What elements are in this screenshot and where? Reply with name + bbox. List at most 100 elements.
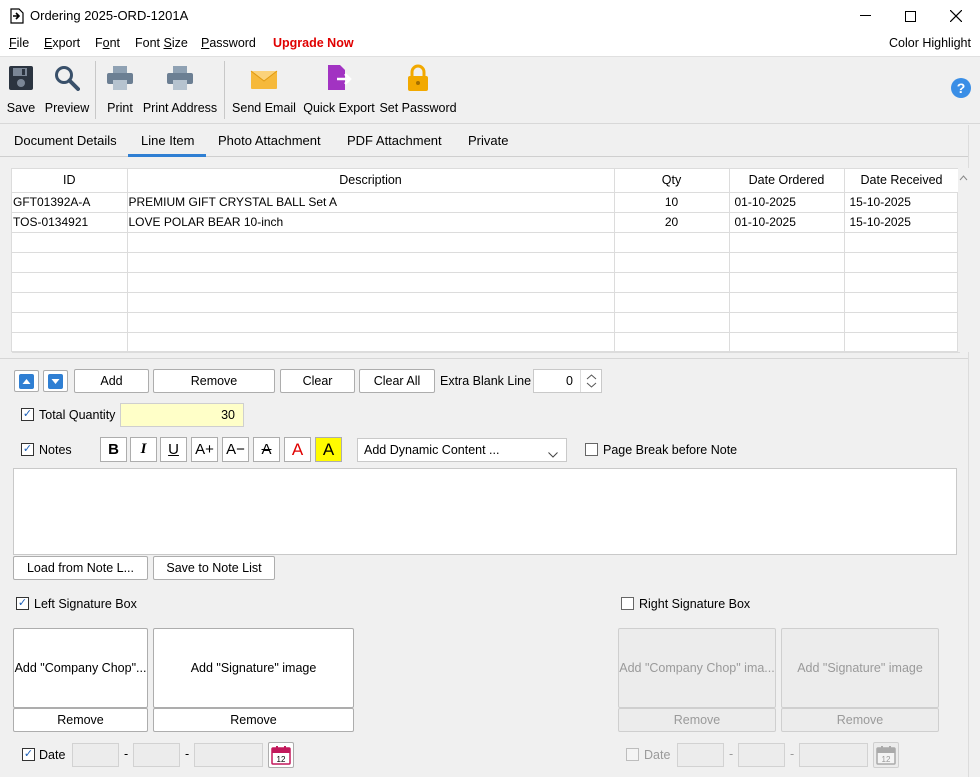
column-header-date-ordered[interactable]: Date Ordered	[729, 169, 845, 193]
menu-font-size[interactable]: Font Size	[135, 36, 188, 50]
cell-qty[interactable]: 10	[614, 192, 730, 213]
tab-bar: Document Details Line Item Photo Attachm…	[0, 125, 980, 157]
left-add-company-chop-button[interactable]: Add "Company Chop"...	[13, 628, 148, 708]
left-date-month-field[interactable]	[133, 743, 180, 767]
tab-line-item[interactable]: Line Item	[141, 133, 194, 148]
right-add-company-chop-button[interactable]: Add "Company Chop" ima...	[618, 628, 776, 708]
underline-button[interactable]: U	[160, 437, 187, 462]
empty-row[interactable]	[12, 272, 960, 293]
right-date-day-field[interactable]	[677, 743, 724, 767]
empty-row[interactable]	[12, 292, 960, 313]
table-row[interactable]: GFT01392A-A PREMIUM GIFT CRYSTAL BALL Se…	[12, 192, 960, 213]
add-line-button[interactable]: Add	[74, 369, 149, 393]
empty-row[interactable]	[12, 232, 960, 253]
page-scrollbar[interactable]	[968, 125, 980, 777]
stepper-arrows[interactable]	[580, 370, 601, 392]
cell-date-ordered[interactable]: 01-10-2025	[729, 212, 845, 233]
menu-font[interactable]: Font	[95, 36, 120, 50]
help-icon[interactable]: ?	[950, 77, 972, 102]
right-date-checkbox[interactable]	[626, 748, 639, 761]
column-header-date-received[interactable]: Date Received	[844, 169, 960, 193]
tab-photo-attachment[interactable]: Photo Attachment	[218, 133, 321, 148]
left-remove-chop-button[interactable]: Remove	[13, 708, 148, 732]
save-button[interactable]: Save	[4, 57, 38, 123]
move-down-button[interactable]	[43, 370, 68, 392]
right-date-month-field[interactable]	[738, 743, 785, 767]
cell-date-received[interactable]: 15-10-2025	[844, 192, 960, 213]
print-address-button[interactable]: Print Address	[142, 57, 218, 123]
save-to-note-list-button[interactable]: Save to Note List	[153, 556, 275, 580]
tab-document-details[interactable]: Document Details	[14, 133, 117, 148]
italic-icon: I	[140, 441, 147, 457]
move-up-button[interactable]	[14, 370, 39, 392]
maximize-button[interactable]	[887, 0, 933, 32]
page-break-checkbox[interactable]	[585, 443, 598, 456]
cell-qty[interactable]: 20	[614, 212, 730, 233]
clear-button[interactable]: Clear	[280, 369, 355, 393]
total-quantity-checkbox[interactable]: ✓	[21, 408, 34, 421]
right-remove-chop-button[interactable]: Remove	[618, 708, 776, 732]
load-from-note-list-button[interactable]: Load from Note L...	[13, 556, 148, 580]
left-add-signature-button[interactable]: Add "Signature" image	[153, 628, 354, 708]
menu-password[interactable]: Password	[201, 36, 256, 50]
close-button[interactable]	[933, 0, 979, 32]
set-password-label: Set Password	[379, 101, 457, 115]
preview-label: Preview	[44, 101, 90, 115]
cell-date-received[interactable]: 15-10-2025	[844, 212, 960, 233]
table-row[interactable]: TOS-0134921 LOVE POLAR BEAR 10-inch 20 0…	[12, 212, 960, 233]
print-button[interactable]: Print	[102, 57, 138, 123]
left-date-picker-button[interactable]: 12	[268, 742, 294, 768]
cell-id[interactable]: TOS-0134921	[12, 212, 128, 233]
italic-button[interactable]: I	[130, 437, 157, 462]
save-label: Save	[6, 101, 36, 115]
highlight-color-button[interactable]: A	[315, 437, 342, 462]
bold-button[interactable]: B	[100, 437, 127, 462]
date-separator: -	[790, 747, 795, 761]
remove-line-button[interactable]: Remove	[153, 369, 275, 393]
left-remove-signature-button[interactable]: Remove	[153, 708, 354, 732]
empty-row[interactable]	[12, 252, 960, 273]
cell-description[interactable]: PREMIUM GIFT CRYSTAL BALL Set A	[127, 192, 615, 213]
notes-textarea[interactable]	[13, 468, 957, 555]
set-password-button[interactable]: Set Password	[378, 57, 458, 123]
menu-export[interactable]: Export	[44, 36, 80, 50]
increase-font-button[interactable]: A+	[191, 437, 218, 462]
empty-row[interactable]	[12, 312, 960, 333]
minimize-button[interactable]	[842, 0, 888, 32]
left-date-day-field[interactable]	[72, 743, 119, 767]
clear-all-button[interactable]: Clear All	[359, 369, 435, 393]
menu-color-highlight[interactable]: Color Highlight	[889, 36, 971, 50]
dynamic-content-dropdown[interactable]: Add Dynamic Content ...	[357, 438, 567, 462]
cell-description[interactable]: LOVE POLAR BEAR 10-inch	[127, 212, 615, 233]
right-date-year-field[interactable]	[799, 743, 868, 767]
menu-file[interactable]: File	[9, 36, 29, 50]
left-signature-checkbox[interactable]: ✓	[16, 597, 29, 610]
right-add-signature-button[interactable]: Add "Signature" image	[781, 628, 939, 708]
left-date-checkbox[interactable]: ✓	[22, 748, 35, 761]
print-address-label: Print Address	[142, 101, 218, 115]
column-header-description[interactable]: Description	[127, 169, 615, 193]
cell-date-ordered[interactable]: 01-10-2025	[729, 192, 845, 213]
tab-pdf-attachment[interactable]: PDF Attachment	[347, 133, 442, 148]
left-date-year-field[interactable]	[194, 743, 263, 767]
tab-private[interactable]: Private	[468, 133, 508, 148]
column-header-id[interactable]: ID	[12, 169, 128, 193]
right-remove-signature-button[interactable]: Remove	[781, 708, 939, 732]
right-signature-checkbox[interactable]	[621, 597, 634, 610]
strikethrough-button[interactable]: A	[253, 437, 280, 462]
quick-export-button[interactable]: Quick Export	[303, 57, 375, 123]
font-color-button[interactable]: A	[284, 437, 311, 462]
notes-checkbox[interactable]: ✓	[21, 443, 34, 456]
menu-upgrade-now[interactable]: Upgrade Now	[273, 36, 354, 50]
extra-blank-line-stepper[interactable]: 0	[533, 369, 602, 393]
empty-row[interactable]	[12, 332, 960, 353]
grid-scrollbar[interactable]	[958, 168, 969, 352]
send-email-button[interactable]: Send Email	[231, 57, 297, 123]
decrease-font-button[interactable]: A−	[222, 437, 249, 462]
column-header-qty[interactable]: Qty	[614, 169, 730, 193]
preview-button[interactable]: Preview	[44, 57, 90, 123]
total-quantity-field[interactable]: 30	[120, 403, 244, 427]
cell-id[interactable]: GFT01392A-A	[12, 192, 128, 213]
right-date-picker-button[interactable]: 12	[873, 742, 899, 768]
toolbar-separator	[224, 61, 225, 119]
